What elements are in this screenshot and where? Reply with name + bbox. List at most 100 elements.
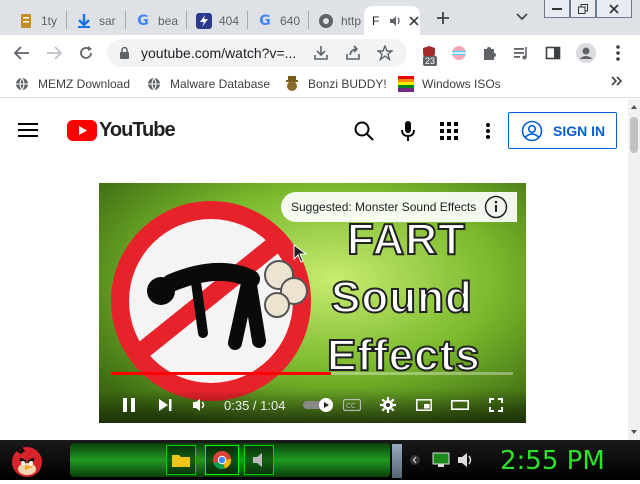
angry-bird-icon xyxy=(12,446,42,477)
suggested-video-card[interactable]: Suggested: Monster Sound Effects xyxy=(281,192,517,222)
share-button[interactable] xyxy=(344,44,362,62)
account-circle-icon xyxy=(521,120,543,141)
miniplayer-icon xyxy=(416,399,432,411)
install-app-button[interactable] xyxy=(312,44,330,62)
scroll-down-arrow-icon[interactable] xyxy=(628,426,640,438)
bookmarks-overflow-button[interactable] xyxy=(611,75,623,87)
gear-icon xyxy=(380,397,396,413)
next-button[interactable] xyxy=(154,395,176,415)
folder-icon xyxy=(172,455,190,467)
tab-4[interactable]: 404 xyxy=(188,6,244,35)
miniplayer-button[interactable] xyxy=(414,397,434,413)
sign-in-button[interactable]: SIGN IN xyxy=(508,112,617,149)
profile-button[interactable] xyxy=(574,41,598,65)
suggested-label: Suggested: Monster Sound Effects xyxy=(291,200,477,214)
chevron-left-icon xyxy=(410,455,420,465)
address-bar[interactable]: youtube.com/watch?v=... xyxy=(107,39,407,67)
taskbar-volume-app[interactable] xyxy=(244,445,274,475)
video-progress-bar[interactable] xyxy=(111,372,513,375)
scrollbar-thumb[interactable] xyxy=(630,117,638,153)
mute-button[interactable] xyxy=(189,395,211,415)
thumbnail-text-line1: FART xyxy=(346,214,466,265)
restore-button[interactable] xyxy=(570,0,596,18)
minimize-icon xyxy=(552,7,562,10)
network-icon xyxy=(432,452,450,467)
youtube-play-icon xyxy=(67,120,97,141)
scroll-up-arrow-icon[interactable] xyxy=(628,101,640,113)
svg-text:CC: CC xyxy=(346,402,356,410)
tab-close-icon[interactable] xyxy=(409,15,419,26)
settings-menu-button[interactable] xyxy=(476,119,500,143)
voice-search-button[interactable] xyxy=(396,119,420,143)
search-button[interactable] xyxy=(352,119,376,143)
tab-title: sar xyxy=(99,13,116,28)
side-panel-button[interactable] xyxy=(542,42,564,64)
tray-network[interactable] xyxy=(430,450,452,470)
close-window-button[interactable] xyxy=(596,0,632,18)
browser-menu-button[interactable] xyxy=(606,41,630,65)
video-time-display: 0:35 / 1:04 xyxy=(224,398,286,413)
page-scrollbar[interactable] xyxy=(628,99,640,440)
bookmark-bonzi-buddy[interactable]: Bonzi BUDDY! xyxy=(284,76,387,92)
restore-icon xyxy=(578,3,588,14)
fullscreen-button[interactable] xyxy=(486,396,506,414)
tab-2[interactable]: sar xyxy=(68,6,122,35)
bookmark-star-button[interactable] xyxy=(376,44,394,62)
tab-active-youtube[interactable]: F xyxy=(364,6,420,35)
tab-3[interactable]: G bea xyxy=(127,6,183,35)
youtube-logo[interactable]: YouTube xyxy=(67,119,176,142)
google-icon: G xyxy=(137,12,149,29)
taskbar-explorer[interactable] xyxy=(166,445,196,475)
download-icon xyxy=(314,46,328,60)
bookmark-label: Bonzi BUDDY! xyxy=(308,77,387,91)
tab-title: F xyxy=(372,13,380,28)
bookmarks-bar: MEMZ Download Malware Database Bonzi BUD… xyxy=(0,70,640,98)
new-tab-button[interactable] xyxy=(432,7,454,29)
bookmark-label: MEMZ Download xyxy=(38,77,131,91)
taskbar-chrome[interactable] xyxy=(205,445,239,475)
extension-shield-button[interactable]: 23 xyxy=(418,42,440,66)
tray-volume[interactable] xyxy=(455,450,477,470)
back-button[interactable] xyxy=(10,41,34,65)
plus-icon xyxy=(437,12,449,24)
tab-search-button[interactable] xyxy=(512,7,532,27)
pause-button[interactable] xyxy=(118,395,140,415)
star-icon xyxy=(377,45,393,61)
bookmark-windows-isos[interactable]: Windows ISOs xyxy=(398,76,501,92)
extensions-button[interactable] xyxy=(478,42,500,64)
bookmark-label: Windows ISOs xyxy=(422,77,501,91)
bookmark-malware-database[interactable]: Malware Database xyxy=(146,76,270,92)
subtitles-button[interactable]: CC xyxy=(342,397,362,413)
info-icon[interactable] xyxy=(484,195,508,219)
settings-button[interactable] xyxy=(378,396,398,414)
taskbar-clock[interactable]: 2:55 PM xyxy=(500,446,605,476)
sign-in-label: SIGN IN xyxy=(553,122,606,139)
forward-button[interactable] xyxy=(42,41,66,65)
tray-show-hidden-button[interactable] xyxy=(408,452,422,468)
share-icon xyxy=(346,45,360,60)
media-control-button[interactable] xyxy=(510,42,532,64)
autoplay-toggle[interactable] xyxy=(302,396,336,414)
start-button[interactable] xyxy=(6,441,48,479)
hamburger-menu-button[interactable] xyxy=(16,119,40,141)
theater-mode-button[interactable] xyxy=(450,397,470,413)
tab-separator xyxy=(125,11,126,29)
fullscreen-icon xyxy=(489,398,503,412)
apps-button[interactable] xyxy=(437,119,461,143)
volume-icon xyxy=(458,453,472,467)
globe-icon xyxy=(146,76,162,92)
tab-1[interactable]: 1ty xyxy=(10,6,60,35)
bookmark-memz-download[interactable]: MEMZ Download xyxy=(14,76,130,92)
browser-toolbar: youtube.com/watch?v=... 23 xyxy=(0,35,640,70)
minimize-button[interactable] xyxy=(544,0,570,18)
extension-flag-button[interactable] xyxy=(448,42,470,64)
hamburger-icon xyxy=(18,123,38,137)
windows-icon xyxy=(398,76,414,92)
tab-5[interactable]: G 640 xyxy=(249,6,305,35)
kebab-menu-icon xyxy=(616,45,620,61)
skip-next-icon xyxy=(159,399,172,411)
reload-button[interactable] xyxy=(74,41,98,65)
mouse-cursor-icon xyxy=(293,244,308,263)
tab-6[interactable]: http xyxy=(310,6,362,35)
globe-icon xyxy=(318,13,334,29)
